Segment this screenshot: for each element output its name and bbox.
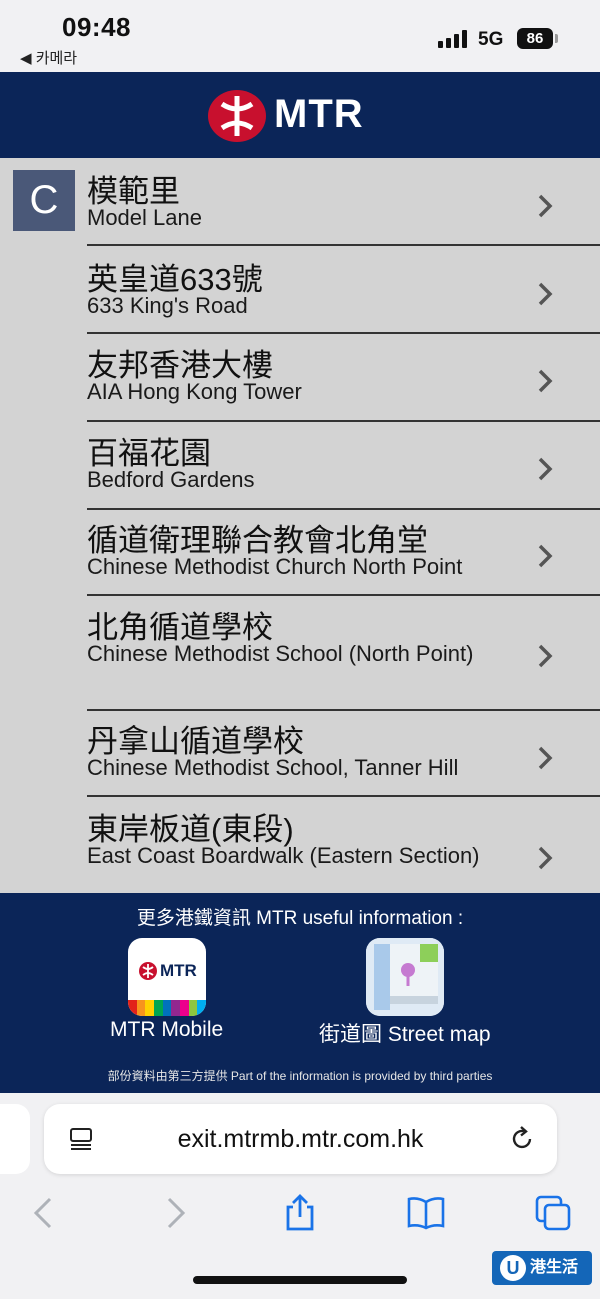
status-bar: 09:48 ◀ 카메라 5G 86: [0, 0, 600, 72]
list-item[interactable]: 百福花園 Bedford Gardens: [87, 422, 600, 510]
back-to-app-link[interactable]: ◀ 카메라: [20, 47, 77, 68]
battery-icon: 86: [517, 28, 553, 49]
browser-toolbar: [0, 1193, 600, 1243]
mtr-app-logo-text: MTR: [160, 961, 197, 980]
chevron-right-icon: [538, 457, 553, 481]
section-letter: C: [13, 170, 75, 231]
tabs-icon[interactable]: [533, 1193, 573, 1233]
mtr-app-logo: MTR: [138, 960, 198, 982]
list-item[interactable]: 北角循道學校 Chinese Methodist School (North P…: [87, 596, 600, 711]
list-item[interactable]: 英皇道633號 633 King's Road: [87, 246, 600, 334]
list-item[interactable]: 友邦香港大樓 AIA Hong Kong Tower: [87, 334, 600, 422]
info-panel: 更多港鐵資訊 MTR useful information : MTR MTR …: [0, 893, 600, 1093]
list-item-en: Chinese Methodist School, Tanner Hill: [87, 755, 459, 780]
chevron-right-icon: [538, 194, 553, 218]
reload-icon[interactable]: [508, 1125, 536, 1153]
watermark-logo: U 港生活: [492, 1251, 592, 1285]
info-title: 更多港鐵資訊 MTR useful information :: [136, 908, 464, 929]
list-item-en: Chinese Methodist School (North Point): [87, 641, 474, 666]
url-text[interactable]: exit.mtrmb.mtr.com.hk: [44, 1104, 557, 1174]
watermark-text: 港生活: [530, 1259, 579, 1276]
list-item-en: Chinese Methodist Church North Point: [87, 554, 463, 579]
list-item[interactable]: 模範里 Model Lane: [87, 158, 600, 246]
mtr-logo-icon: [208, 90, 266, 142]
list-item-en: Bedford Gardens: [87, 467, 255, 492]
previous-tab-preview[interactable]: [0, 1104, 30, 1174]
mtr-mobile-label[interactable]: MTR Mobile: [110, 1018, 223, 1042]
mtr-app-stripes: [128, 1000, 206, 1016]
list-item[interactable]: 東岸板道(東段) East Coast Boardwalk (Eastern S…: [87, 797, 600, 893]
bookmarks-icon[interactable]: [406, 1193, 446, 1233]
back-icon[interactable]: [24, 1193, 64, 1233]
exit-list: C 模範里 Model Lane 英皇道633號 633 King's Road…: [0, 158, 600, 893]
home-indicator: [193, 1276, 407, 1284]
battery-tip: [555, 34, 558, 43]
list-item-en: East Coast Boardwalk (Eastern Section): [87, 843, 480, 868]
status-time: 09:48: [62, 12, 131, 42]
chevron-right-icon: [538, 369, 553, 393]
mtr-mobile-app-icon[interactable]: MTR: [128, 938, 206, 1016]
mtr-logo: MTR: [208, 90, 390, 142]
network-type: 5G: [478, 29, 504, 50]
chevron-right-icon: [538, 846, 553, 870]
watermark-u-icon: U: [500, 1255, 526, 1281]
chevron-right-icon: [538, 282, 553, 306]
info-footer: 部份資料由第三方提供 Part of the information is pr…: [107, 1069, 493, 1083]
street-map-app-icon[interactable]: [366, 938, 444, 1016]
list-item[interactable]: 丹拿山循道學校 Chinese Methodist School, Tanner…: [87, 711, 600, 797]
list-item-en: 633 King's Road: [87, 293, 248, 318]
chevron-right-icon: [538, 746, 553, 770]
chevron-right-icon: [538, 644, 553, 668]
list-item-en: AIA Hong Kong Tower: [87, 379, 302, 404]
street-map-label[interactable]: 街道圖 Street map: [319, 1018, 491, 1048]
share-icon[interactable]: [280, 1193, 320, 1233]
chevron-right-icon: [538, 544, 553, 568]
forward-icon[interactable]: [155, 1193, 195, 1233]
address-bar[interactable]: exit.mtrmb.mtr.com.hk: [44, 1104, 557, 1174]
list-item-en: Model Lane: [87, 205, 202, 230]
signal-icon: [438, 30, 470, 48]
mtr-logo-text: MTR: [274, 92, 364, 136]
list-item[interactable]: 循道衛理聯合教會北角堂 Chinese Methodist Church Nor…: [87, 510, 600, 596]
